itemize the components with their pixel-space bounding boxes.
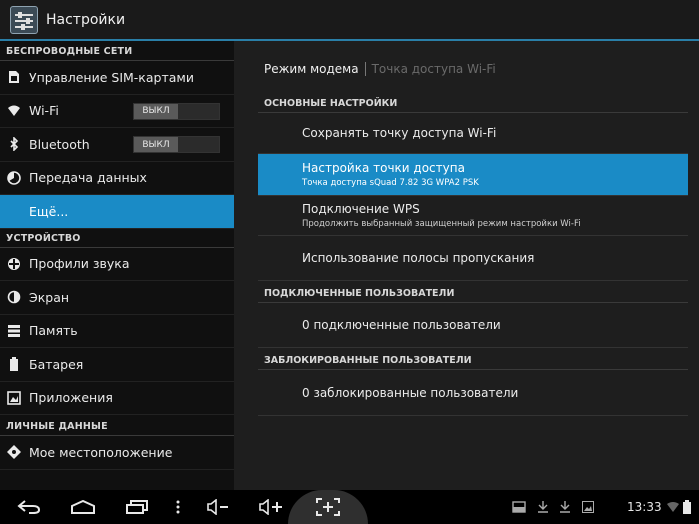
keep-hotspot-item[interactable]: Сохранять точку доступа Wi-Fi [258, 113, 688, 154]
app-title: Настройки [46, 11, 126, 28]
display-icon [7, 290, 21, 304]
sidebar-item-storage[interactable]: Память [0, 315, 234, 348]
sidebar-item-wifi[interactable]: Wi-Fi ВЫКЛ [0, 95, 234, 128]
sidebar-item-label: Ещё... [29, 203, 69, 219]
sidebar-item-label: Профили звука [29, 256, 130, 272]
section-device: УСТРОЙСТВО [0, 229, 234, 248]
action-bar: Настройки [0, 0, 699, 39]
location-icon [7, 445, 21, 460]
sidebar-item-more[interactable]: Ещё... [0, 195, 234, 229]
section-personal: ЛИЧНЫЕ ДАННЫЕ [0, 415, 234, 436]
sidebar-item-apps[interactable]: Приложения [0, 382, 234, 415]
item-subtitle: Продолжить выбранный защищенный режим на… [302, 219, 581, 229]
wps-connect-item[interactable]: Подключение WPS Продолжить выбранный защ… [258, 196, 688, 236]
storage-icon [7, 324, 21, 338]
sidebar-item-label: Wi-Fi [29, 103, 59, 119]
item-title: Сохранять точку доступа Wi-Fi [302, 126, 497, 140]
bluetooth-icon [7, 137, 21, 152]
data-usage-icon [7, 170, 21, 185]
download-icon [538, 501, 548, 513]
wifi-toggle-label: ВЫКЛ [134, 103, 178, 119]
sidebar-item-sim[interactable]: Управление SIM-картами [0, 61, 234, 95]
signal-status-icons[interactable] [667, 490, 691, 524]
tray-icon [512, 501, 526, 513]
settings-sidebar: БЕСПРОВОДНЫЕ СЕТИ Управление SIM-картами… [0, 41, 234, 490]
sim-icon [7, 70, 21, 84]
sidebar-item-label: Память [29, 323, 78, 339]
screenshot-icon [316, 498, 340, 516]
image-icon [582, 501, 594, 513]
sidebar-item-label: Мое местоположение [29, 444, 173, 460]
volume-up-button[interactable] [256, 490, 286, 524]
screenshot-button[interactable] [312, 490, 344, 524]
sidebar-item-label: Передача данных [29, 170, 147, 186]
sidebar-item-display[interactable]: Экран [0, 281, 234, 315]
home-icon [71, 500, 95, 514]
bluetooth-toggle-label: ВЫКЛ [134, 137, 178, 152]
sidebar-item-bluetooth[interactable]: Bluetooth ВЫКЛ [0, 128, 234, 162]
back-icon [17, 500, 41, 514]
battery-icon [7, 357, 21, 372]
sidebar-item-label: Батарея [29, 356, 84, 372]
volume-down-button[interactable] [204, 490, 232, 524]
navigation-bar: 13:33 [0, 490, 699, 524]
volume-down-icon [207, 499, 228, 515]
sidebar-item-battery[interactable]: Батарея [0, 348, 234, 382]
section-blocked-users: ЗАБЛОКИРОВАННЫЕ ПОЛЬЗОВАТЕЛИ [258, 348, 688, 370]
bluetooth-toggle[interactable]: ВЫКЛ [133, 136, 220, 153]
breadcrumb-separator [364, 62, 366, 76]
recent-apps-button[interactable] [120, 490, 154, 524]
wifi-icon [7, 104, 21, 118]
sound-icon [7, 257, 21, 271]
menu-icon [176, 500, 180, 514]
section-basic-settings: ОСНОВНЫЕ НАСТРОЙКИ [258, 97, 688, 113]
download-icon [560, 501, 570, 513]
notification-icons[interactable] [512, 490, 594, 524]
sidebar-item-label: Управление SIM-картами [29, 69, 194, 85]
back-button[interactable] [12, 490, 46, 524]
sidebar-item-label: Приложения [29, 390, 113, 406]
apps-icon [7, 390, 21, 405]
recent-apps-icon [126, 500, 148, 514]
sidebar-item-label: Bluetooth [29, 136, 90, 152]
section-connected-users: ПОДКЛЮЧЕННЫЕ ПОЛЬЗОВАТЕЛИ [258, 281, 688, 303]
item-title: Настройка точки доступа [302, 161, 465, 175]
battery-status-icon [683, 500, 691, 514]
wifi-toggle[interactable]: ВЫКЛ [133, 102, 220, 120]
detail-pane: Режим модема Точка доступа Wi-Fi ОСНОВНЫ… [234, 41, 699, 490]
item-title: 0 заблокированные пользователи [302, 385, 519, 400]
item-subtitle: Точка доступа sQuad 7.82 3G WPA2 PSK [302, 178, 479, 188]
sidebar-item-label: Экран [29, 289, 70, 305]
sidebar-item-location[interactable]: Мое местоположение [0, 436, 234, 470]
connected-users-item[interactable]: 0 подключенные пользователи [258, 303, 688, 348]
home-button[interactable] [66, 490, 100, 524]
menu-button[interactable] [168, 490, 188, 524]
item-title: Использование полосы пропускания [302, 251, 535, 265]
item-title: 0 подключенные пользователи [302, 318, 501, 332]
sidebar-item-data-usage[interactable]: Передача данных [0, 162, 234, 195]
hotspot-setup-item[interactable]: Настройка точки доступа Точка доступа sQ… [258, 154, 688, 196]
breadcrumb: Режим модема Точка доступа Wi-Fi [258, 41, 688, 97]
item-title: Подключение WPS [302, 202, 420, 216]
clock[interactable]: 13:33 [627, 490, 662, 524]
section-wireless: БЕСПРОВОДНЫЕ СЕТИ [0, 41, 234, 61]
settings-app-icon[interactable] [10, 5, 38, 34]
breadcrumb-hotspot[interactable]: Точка доступа Wi-Fi [372, 62, 496, 76]
breadcrumb-tethering[interactable]: Режим модема [264, 62, 359, 76]
blocked-users-item[interactable]: 0 заблокированные пользователи [258, 370, 688, 416]
volume-up-icon [259, 499, 282, 515]
wifi-signal-icon [667, 502, 679, 512]
sidebar-item-sound[interactable]: Профили звука [0, 248, 234, 281]
bandwidth-usage-item[interactable]: Использование полосы пропускания [258, 236, 688, 281]
